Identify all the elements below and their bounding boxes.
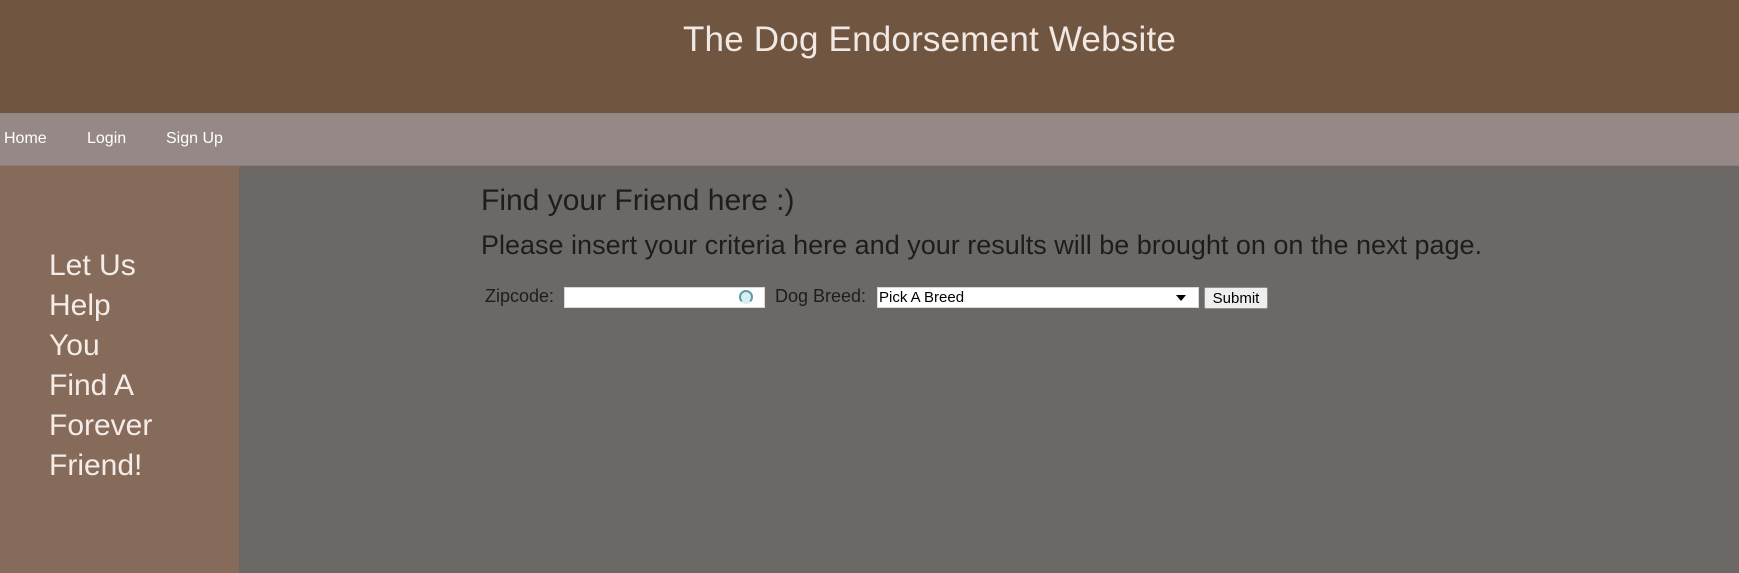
sidebar-tagline: Let Us Help You Find A Forever Friend! bbox=[49, 246, 179, 486]
sidebar: Let Us Help You Find A Forever Friend! bbox=[0, 166, 239, 573]
zipcode-label: Zipcode: bbox=[485, 286, 555, 306]
sidebar-tagline-line: Forever bbox=[49, 409, 153, 442]
zipcode-input[interactable] bbox=[564, 287, 765, 308]
submit-button[interactable]: Submit bbox=[1204, 287, 1268, 309]
sidebar-tagline-line: Friend! bbox=[49, 449, 143, 482]
nav-login-link[interactable]: Login bbox=[87, 130, 126, 148]
page-heading: Find your Friend here :) bbox=[481, 184, 795, 217]
nav-home-link[interactable]: Home bbox=[4, 130, 47, 148]
page-subheading: Please insert your criteria here and you… bbox=[481, 230, 1483, 260]
autofill-icon[interactable] bbox=[739, 290, 753, 304]
sidebar-tagline-line: Let Us bbox=[49, 249, 136, 282]
site-title: The Dog Endorsement Website bbox=[682, 20, 1177, 59]
nav-bar: Home Login Sign Up bbox=[0, 113, 1739, 166]
sidebar-tagline-line: You bbox=[49, 329, 100, 362]
sidebar-tagline-line: Find A bbox=[49, 369, 135, 402]
dog-breed-selected-value: Pick A Breed bbox=[879, 289, 965, 306]
dog-breed-label: Dog Breed: bbox=[775, 286, 867, 306]
sidebar-tagline-line: Help bbox=[49, 289, 111, 322]
dog-breed-select[interactable]: Pick A Breed bbox=[877, 287, 1199, 308]
nav-signup-link[interactable]: Sign Up bbox=[166, 130, 223, 148]
main-content bbox=[239, 166, 1739, 573]
chevron-down-icon bbox=[1176, 295, 1186, 301]
site-header: The Dog Endorsement Website bbox=[0, 0, 1739, 113]
